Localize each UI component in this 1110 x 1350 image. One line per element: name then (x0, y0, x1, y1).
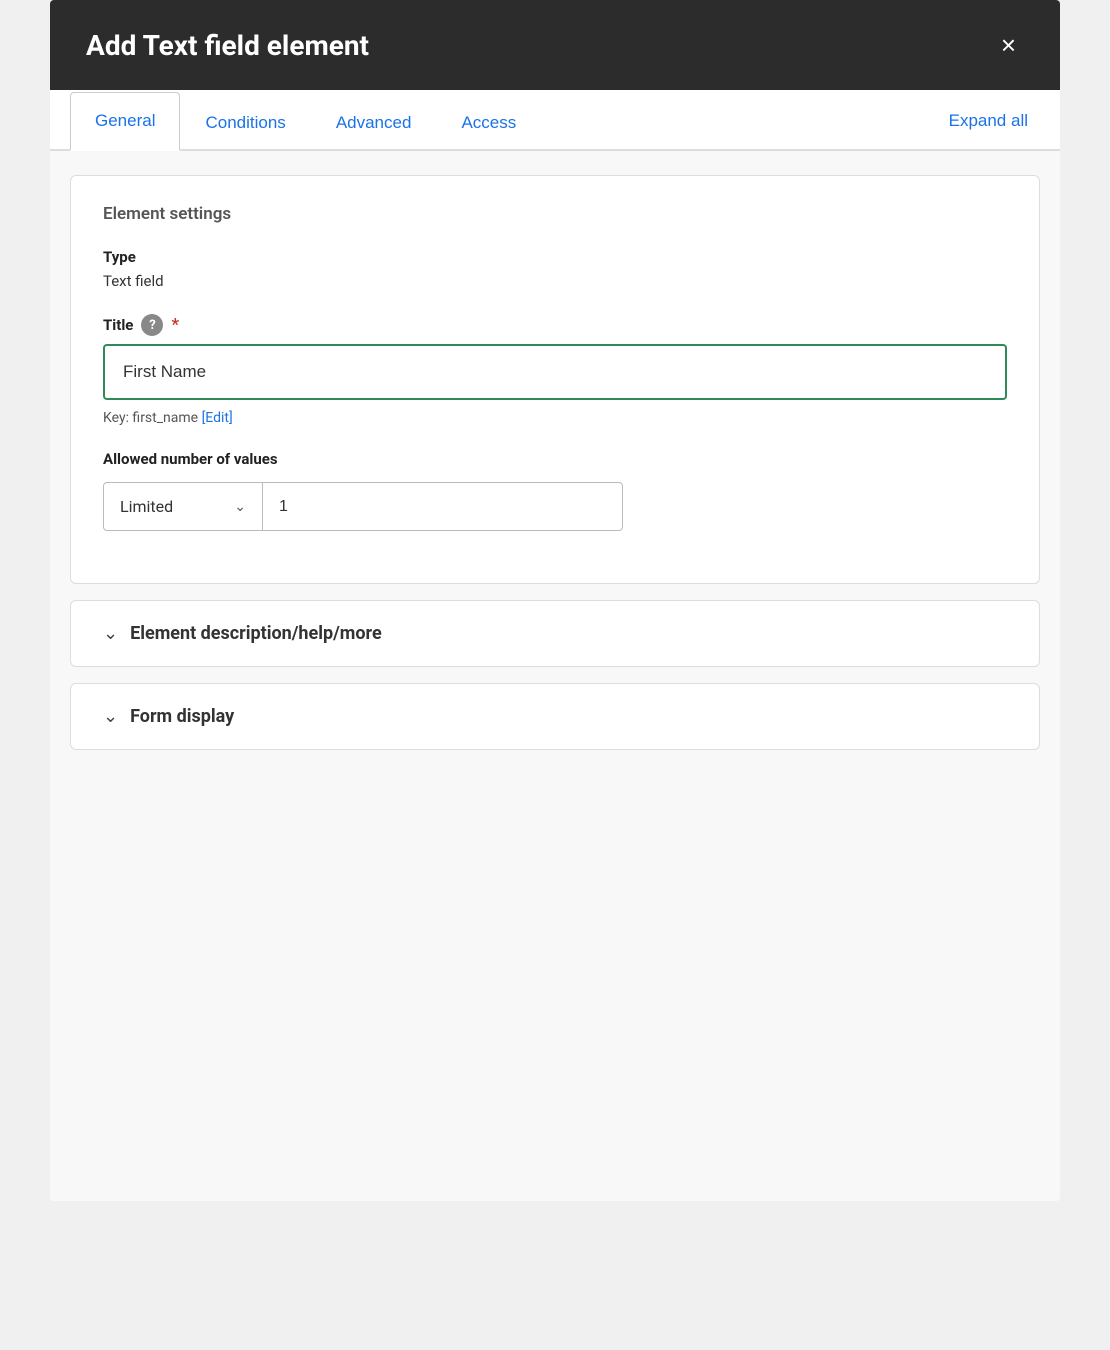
allowed-values-row: Limited ⌄ (103, 482, 1007, 531)
key-row: Key: first_name [Edit] (103, 410, 1007, 426)
modal: Add Text field element × General Conditi… (50, 0, 1060, 1201)
title-input[interactable] (103, 344, 1007, 400)
tabs-bar: General Conditions Advanced Access Expan… (50, 90, 1060, 151)
limited-dropdown[interactable]: Limited ⌄ (103, 482, 263, 531)
allowed-values-group: Allowed number of values Limited ⌄ (103, 450, 1007, 531)
tab-general[interactable]: General (70, 92, 180, 151)
close-button[interactable]: × (993, 28, 1024, 62)
title-label: Title (103, 316, 133, 334)
tab-conditions[interactable]: Conditions (180, 94, 310, 151)
allowed-values-label: Allowed number of values (103, 450, 1007, 468)
expand-all-button[interactable]: Expand all (937, 93, 1040, 149)
modal-header: Add Text field element × (50, 0, 1060, 90)
form-display-collapsible-card: ⌄ Form display (70, 683, 1040, 750)
description-collapsible-card: ⌄ Element description/help/more (70, 600, 1040, 667)
modal-body: Element settings Type Text field Title ?… (50, 151, 1060, 1201)
description-collapsible-title: Element description/help/more (130, 623, 382, 644)
tab-access[interactable]: Access (436, 94, 541, 151)
title-label-row: Title ? * (103, 314, 1007, 336)
dropdown-value: Limited (120, 497, 173, 516)
key-edit-link[interactable]: [Edit] (202, 410, 233, 426)
type-label: Type (103, 248, 1007, 266)
type-value: Text field (103, 272, 1007, 290)
form-display-collapsible-title: Form display (130, 706, 234, 727)
help-icon[interactable]: ? (141, 314, 163, 336)
form-display-collapsible-header[interactable]: ⌄ Form display (71, 684, 1039, 749)
type-field-group: Type Text field (103, 248, 1007, 290)
tab-advanced[interactable]: Advanced (311, 94, 437, 151)
tabs-left: General Conditions Advanced Access (70, 90, 541, 149)
element-settings-card: Element settings Type Text field Title ?… (70, 175, 1040, 584)
key-prefix-text: Key: first_name (103, 410, 202, 426)
chevron-down-icon: ⌄ (103, 623, 118, 644)
chevron-down-icon: ⌄ (234, 499, 246, 515)
description-collapsible-header[interactable]: ⌄ Element description/help/more (71, 601, 1039, 666)
title-field-group: Title ? * Key: first_name [Edit] (103, 314, 1007, 426)
modal-title: Add Text field element (86, 29, 369, 62)
element-settings-title: Element settings (103, 204, 1007, 224)
required-star: * (171, 315, 179, 335)
chevron-down-icon: ⌄ (103, 706, 118, 727)
number-input[interactable] (263, 482, 623, 531)
